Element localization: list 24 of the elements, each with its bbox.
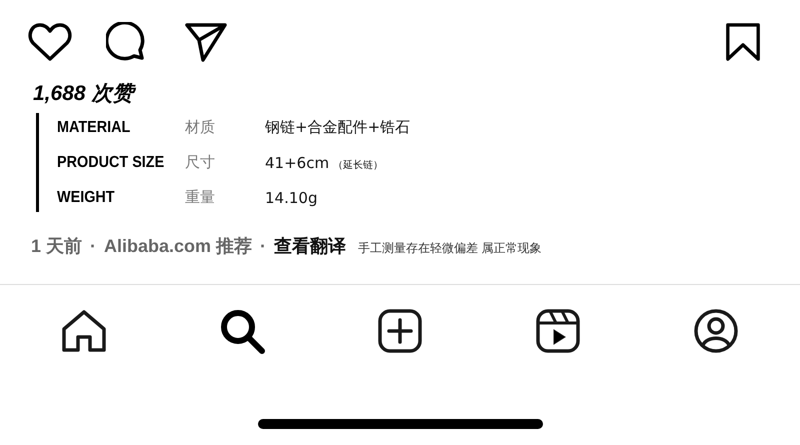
spec-value: 14.10g [265, 188, 318, 206]
post-time: 1 天前 [31, 235, 82, 258]
spec-label: PRODUCT SIZE [57, 154, 166, 172]
spec-label: 尺寸 [185, 153, 216, 172]
separator-dot: · [90, 236, 96, 257]
translate-link[interactable]: 查看翻译 [274, 234, 346, 258]
separator-dot: · [260, 236, 266, 257]
bookmark-icon[interactable] [724, 21, 762, 63]
source-text: Alibaba.com 推荐 [104, 235, 252, 258]
note-text: 手工测量存在轻微偏差 属正常现象 [358, 240, 542, 257]
spec-label: MATERIAL [57, 118, 132, 136]
profile-icon[interactable] [692, 307, 740, 355]
spec-value: 41+6cm （延长链） [265, 154, 384, 172]
spec-label: 重量 [185, 188, 216, 207]
spec-value: 钢链+合金配件+锆石 [265, 118, 410, 137]
home-icon[interactable] [60, 307, 108, 355]
search-icon[interactable] [218, 307, 266, 355]
likes-count[interactable]: 1,688 次赞 [33, 79, 800, 107]
heart-icon[interactable] [28, 22, 72, 62]
video-icon[interactable] [534, 307, 582, 355]
spec-label: 材质 [185, 118, 216, 137]
spec-label: WEIGHT [57, 188, 116, 206]
add-icon[interactable] [376, 307, 424, 355]
send-icon[interactable] [184, 22, 228, 62]
